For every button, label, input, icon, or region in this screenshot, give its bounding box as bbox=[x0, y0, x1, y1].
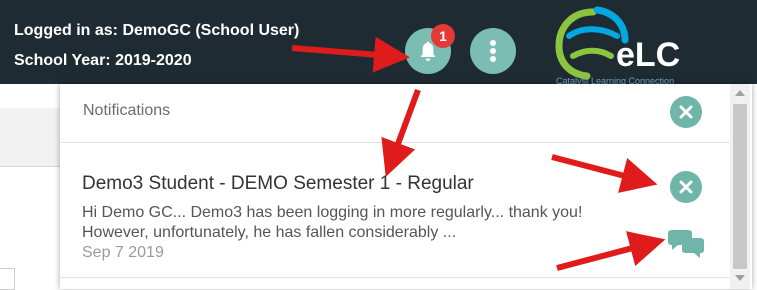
arrow-to-dismiss bbox=[551, 154, 658, 193]
arrow-to-notification bbox=[381, 88, 421, 177]
arrow-to-bell bbox=[291, 36, 410, 73]
arrow-to-chat bbox=[556, 231, 666, 271]
annotation-arrows bbox=[291, 36, 666, 271]
